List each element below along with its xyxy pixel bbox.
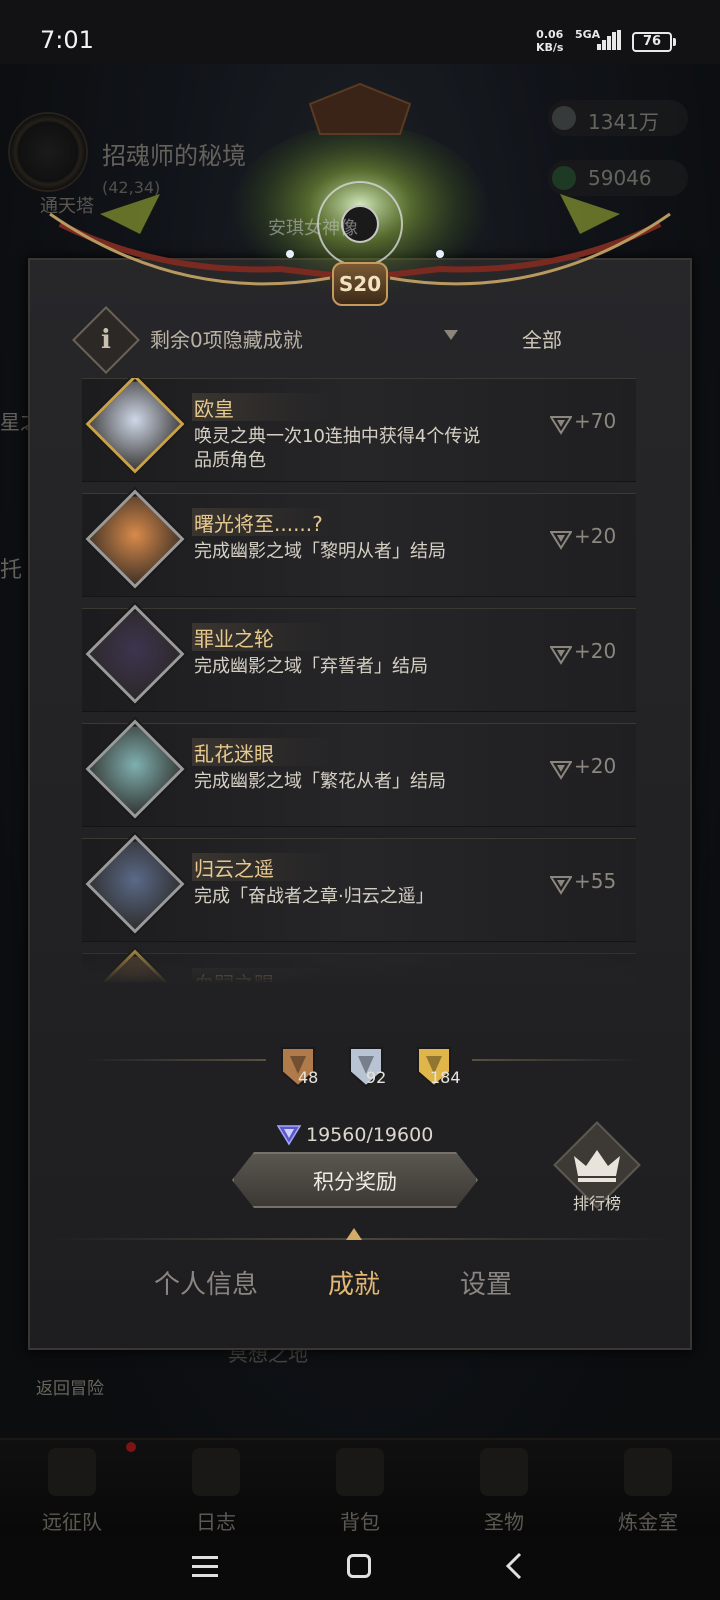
achievement-point-icon <box>276 1125 302 1146</box>
status-bar: 7:01 0.06 KB/s 5GA 76 <box>0 0 720 64</box>
recent-apps-icon[interactable] <box>192 1556 218 1578</box>
achievement-score: 19560/19600 <box>306 1124 434 1146</box>
achievement-item[interactable]: 归云之遥完成「奋战者之章·归云之遥」 +55 <box>82 834 636 942</box>
portrait-art <box>87 611 183 704</box>
achievement-portrait <box>85 834 185 934</box>
chevron-down-icon[interactable] <box>444 330 458 340</box>
bronze-medal-count: 48 <box>298 1068 319 1087</box>
net-speed-value: 0.06 <box>536 28 564 41</box>
signal-icon <box>597 30 621 50</box>
filter-dropdown[interactable]: 全部 <box>522 324 562 353</box>
achievement-description: 完成幽影之域「弃誓者」结局 <box>194 656 428 677</box>
achievement-portrait <box>85 378 185 474</box>
gold-medal-count: 184 <box>430 1068 461 1087</box>
achievement-item[interactable]: 曙光将至......? 完成幽影之域「黎明从者」结局 +20 <box>82 489 636 597</box>
achievement-points: +20 <box>574 524 617 548</box>
achievement-points: +20 <box>574 639 617 663</box>
achievement-list[interactable]: 欧皇唤灵之典一次10连抽中获得4个传说品质角色 +70 曙光将至......? 完成幽… <box>82 378 636 982</box>
net-speed-unit: KB/s <box>536 41 564 54</box>
info-icon[interactable]: i <box>82 316 130 364</box>
achievement-point-icon <box>550 646 572 665</box>
portrait-art <box>87 841 183 934</box>
tab-settings[interactable]: 设置 <box>460 1264 512 1301</box>
achievement-name: 欧皇 <box>194 397 234 421</box>
achievement-point-icon <box>550 876 572 895</box>
silver-medal-count: 92 <box>366 1068 387 1087</box>
achievement-description: 完成「奋战者之章·归云之遥」 <box>194 886 434 907</box>
divider <box>84 1059 266 1061</box>
season-badge: S20 <box>332 262 388 306</box>
battery-icon: 76 <box>632 32 676 52</box>
achievement-point-icon <box>550 416 572 435</box>
system-nav-bar <box>0 1536 720 1600</box>
achievement-name: 曙光将至......? <box>194 512 323 536</box>
divider <box>472 1059 638 1061</box>
leaderboard-label[interactable]: 排行榜 <box>566 1190 628 1214</box>
achievement-points: +20 <box>574 754 617 778</box>
portrait-art <box>87 381 183 474</box>
achievement-item[interactable]: 欧皇唤灵之典一次10连抽中获得4个传说品质角色 +70 <box>82 378 636 482</box>
crown-icon[interactable] <box>570 1146 624 1186</box>
achievement-name: 归云之遥 <box>194 857 274 881</box>
achievement-name: 罪业之轮 <box>194 627 274 651</box>
achievement-portrait <box>85 604 185 704</box>
points-reward-label[interactable]: 积分奖励 <box>232 1166 478 1196</box>
crest-ghost-text: 安琪女神像 <box>268 218 358 239</box>
achievement-description: 完成幽影之域「繁花从者」结局 <box>194 771 446 792</box>
list-fade <box>82 940 636 984</box>
back-icon[interactable] <box>504 1552 524 1580</box>
achievement-point-icon <box>550 531 572 550</box>
portrait-art <box>87 726 183 819</box>
achievement-points: +55 <box>574 869 617 893</box>
achievement-item[interactable]: 乱花迷眼完成幽影之域「繁花从者」结局 +20 <box>82 719 636 827</box>
net-speed: 0.06 KB/s <box>536 28 563 54</box>
hidden-achievements-count: 剩余0项隐藏成就 <box>150 328 303 352</box>
achievement-name: 乱花迷眼 <box>194 742 274 766</box>
home-icon[interactable] <box>347 1554 371 1578</box>
achievement-point-icon <box>550 761 572 780</box>
achievement-item[interactable]: 罪业之轮完成幽影之域「弃誓者」结局 +20 <box>82 604 636 712</box>
clock: 7:01 <box>40 26 94 54</box>
achievement-portrait <box>85 489 185 589</box>
tab-achievements[interactable]: 成就 <box>328 1264 380 1301</box>
achievement-description: 唤灵之典一次10连抽中获得4个传说品质角色 <box>194 426 481 471</box>
achievement-portrait <box>85 719 185 819</box>
achievement-points: +70 <box>574 409 617 433</box>
achievement-description: 完成幽影之域「黎明从者」结局 <box>194 541 446 562</box>
tab-profile[interactable]: 个人信息 <box>154 1264 258 1301</box>
portrait-art <box>87 496 183 589</box>
